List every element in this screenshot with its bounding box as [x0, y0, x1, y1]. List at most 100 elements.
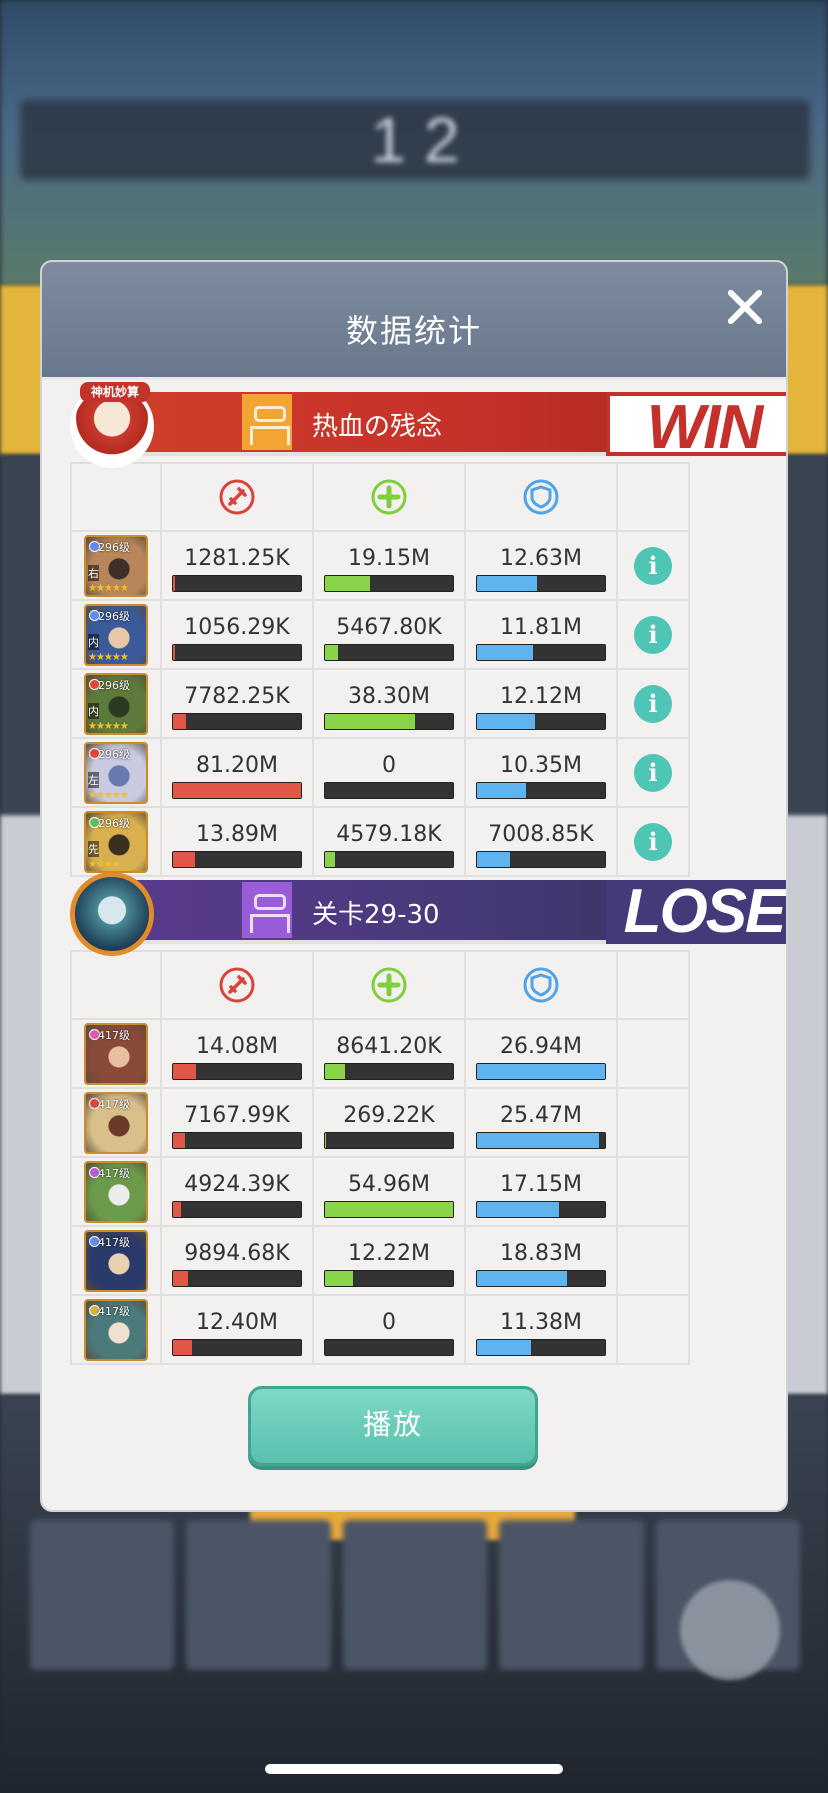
defense-bar: [476, 1338, 606, 1356]
hero-portrait[interactable]: 417级: [84, 1091, 148, 1154]
hero-level: 417级: [98, 1304, 130, 1318]
damage-value: 4924.39K: [184, 1171, 290, 1197]
heal-cell: 0: [312, 737, 466, 808]
hero-cell: 296级内 ★★★★★: [70, 668, 162, 739]
defense-bar-fill: [477, 851, 511, 867]
heal-value: 38.30M: [348, 683, 430, 709]
damage-bar-fill: [173, 1201, 181, 1217]
defense-bar: [476, 1269, 606, 1287]
home-indicator[interactable]: [265, 1764, 563, 1774]
damage-bar: [172, 850, 302, 868]
hero-cell: 296级先 ★★★★: [70, 806, 162, 877]
damage-value: 7782.25K: [184, 683, 290, 709]
hero-stat-row: 296级右 ★★★★★ 1281.25K 19.15M 12.63M i: [70, 530, 690, 601]
damage-cell: 7782.25K: [160, 668, 314, 739]
damage-bar-fill: [173, 713, 186, 729]
hero-level: 417级: [98, 1097, 130, 1111]
hero-stat-row: 417级 9894.68K 12.22M 18.83M: [70, 1225, 690, 1296]
damage-bar: [172, 574, 302, 592]
dialog-header: 数据统计: [42, 262, 786, 380]
team-avatar: 神机妙算: [70, 382, 154, 468]
damage-bar: [172, 1131, 302, 1149]
heal-bar: [324, 781, 454, 799]
defense-cell: 11.38M: [464, 1294, 618, 1365]
hero-portrait[interactable]: 296级左 ★★★★★: [84, 741, 148, 804]
damage-cell: 1056.29K: [160, 599, 314, 670]
defense-cell: 12.63M: [464, 530, 618, 601]
heal-bar: [324, 1062, 454, 1080]
info-cell: [616, 1156, 690, 1227]
damage-bar: [172, 712, 302, 730]
defense-cell: 11.81M: [464, 599, 618, 670]
close-icon[interactable]: [720, 282, 770, 332]
heal-bar-fill: [325, 575, 370, 591]
damage-cell: 14.08M: [160, 1018, 314, 1089]
defense-cell: 7008.85K: [464, 806, 618, 877]
heal-value: 5467.80K: [336, 614, 442, 640]
heal-bar: [324, 1200, 454, 1218]
damage-bar-fill: [173, 1270, 189, 1286]
hero-stat-row: 417级 12.40M 0 11.38M: [70, 1294, 690, 1365]
result-badge-win: WIN: [606, 392, 786, 460]
damage-bar: [172, 1062, 302, 1080]
hero-portrait[interactable]: 296级内 ★★★★★: [84, 603, 148, 666]
info-cell: i: [616, 737, 690, 808]
header-blank: [616, 950, 690, 1020]
play-button[interactable]: 播放: [248, 1386, 538, 1466]
info-icon[interactable]: i: [634, 822, 672, 861]
damage-cell: 4924.39K: [160, 1156, 314, 1227]
hero-portrait[interactable]: 296级右 ★★★★★: [84, 534, 148, 597]
info-cell: [616, 1294, 690, 1365]
hero-cell: 417级: [70, 1087, 162, 1158]
damage-value: 12.40M: [196, 1309, 278, 1335]
hero-portrait[interactable]: 417级: [84, 1160, 148, 1223]
hero-portrait[interactable]: 296级内 ★★★★★: [84, 672, 148, 735]
info-cell: [616, 1018, 690, 1089]
defense-bar: [476, 712, 606, 730]
heal-bar-fill: [325, 644, 338, 660]
hero-level: 417级: [98, 1235, 130, 1249]
hero-level: 417级: [98, 1166, 130, 1180]
damage-cell: 13.89M: [160, 806, 314, 877]
info-icon[interactable]: i: [634, 684, 672, 723]
heal-cell: 269.22K: [312, 1087, 466, 1158]
heal-bar: [324, 1131, 454, 1149]
defense-cell: 10.35M: [464, 737, 618, 808]
hero-portrait[interactable]: 417级: [84, 1229, 148, 1292]
hero-portrait[interactable]: 296级先 ★★★★: [84, 810, 148, 873]
heal-value: 0: [382, 1309, 396, 1335]
defense-bar: [476, 643, 606, 661]
team-name-bar: 热血の残念: [130, 392, 630, 456]
hero-cell: 296级左 ★★★★★: [70, 737, 162, 808]
heal-bar-fill: [325, 1270, 354, 1286]
stats-header-row: [70, 950, 690, 1020]
hero-portrait[interactable]: 417级: [84, 1298, 148, 1361]
info-icon[interactable]: i: [634, 546, 672, 585]
damage-value: 14.08M: [196, 1033, 278, 1059]
info-icon[interactable]: i: [634, 615, 672, 654]
defense-header: [464, 462, 618, 532]
info-icon[interactable]: i: [634, 753, 672, 792]
damage-cell: 12.40M: [160, 1294, 314, 1365]
heal-bar: [324, 1269, 454, 1287]
heal-cell: 0: [312, 1294, 466, 1365]
heal-cell: 4579.18K: [312, 806, 466, 877]
heal-bar: [324, 574, 454, 592]
heal-value: 4579.18K: [336, 821, 442, 847]
plus-heal-icon: [371, 479, 407, 515]
damage-value: 7167.99K: [184, 1102, 290, 1128]
hero-level: 296级: [98, 747, 130, 761]
defense-bar-fill: [477, 1132, 599, 1148]
defense-cell: 26.94M: [464, 1018, 618, 1089]
heal-bar: [324, 1338, 454, 1356]
damage-value: 1056.29K: [184, 614, 290, 640]
info-cell: i: [616, 806, 690, 877]
hero-portrait[interactable]: 417级: [84, 1022, 148, 1085]
hero-cell: 417级: [70, 1018, 162, 1089]
header-blank: [70, 462, 162, 532]
defense-bar-fill: [477, 575, 538, 591]
info-cell: i: [616, 530, 690, 601]
info-cell: i: [616, 668, 690, 739]
hero-stat-row: 296级左 ★★★★★ 81.20M 0 10.35M i: [70, 737, 690, 808]
damage-cell: 7167.99K: [160, 1087, 314, 1158]
